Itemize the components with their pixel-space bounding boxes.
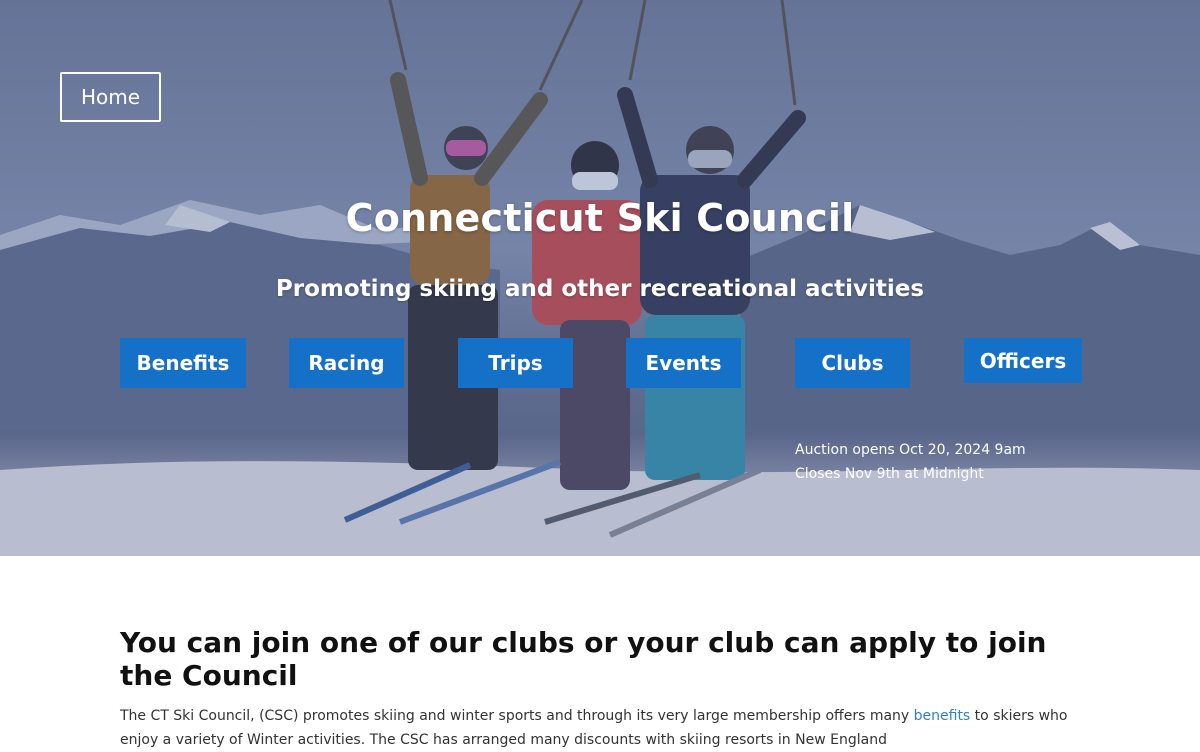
auction-notice: Auction opens Oct 20, 2024 9am Closes No… <box>795 438 1026 486</box>
clubs-button[interactable]: Clubs <box>795 338 910 388</box>
events-button[interactable]: Events <box>626 338 741 388</box>
home-button[interactable]: Home <box>60 72 161 122</box>
intro-paragraph: The CT Ski Council, (CSC) promotes skiin… <box>120 704 1080 752</box>
racing-button[interactable]: Racing <box>289 338 404 388</box>
site-title: Connecticut Ski Council <box>345 196 855 240</box>
benefits-link[interactable]: benefits <box>914 708 971 724</box>
main-content: You can join one of our clubs or your cl… <box>120 626 1080 752</box>
section-heading: You can join one of our clubs or your cl… <box>120 626 1047 692</box>
auction-close-text: Closes Nov 9th at Midnight <box>795 466 984 482</box>
site-subtitle: Promoting skiing and other recreational … <box>275 276 925 302</box>
officers-button[interactable]: Officers <box>964 338 1082 383</box>
hero-banner: Home Connecticut Ski Council Promoting s… <box>0 0 1200 556</box>
trips-button[interactable]: Trips <box>458 338 573 388</box>
benefits-button[interactable]: Benefits <box>120 338 246 388</box>
intro-text-start: The CT Ski Council, (CSC) promotes skiin… <box>120 708 914 724</box>
auction-open-text: Auction opens Oct 20, 2024 9am <box>795 442 1026 458</box>
